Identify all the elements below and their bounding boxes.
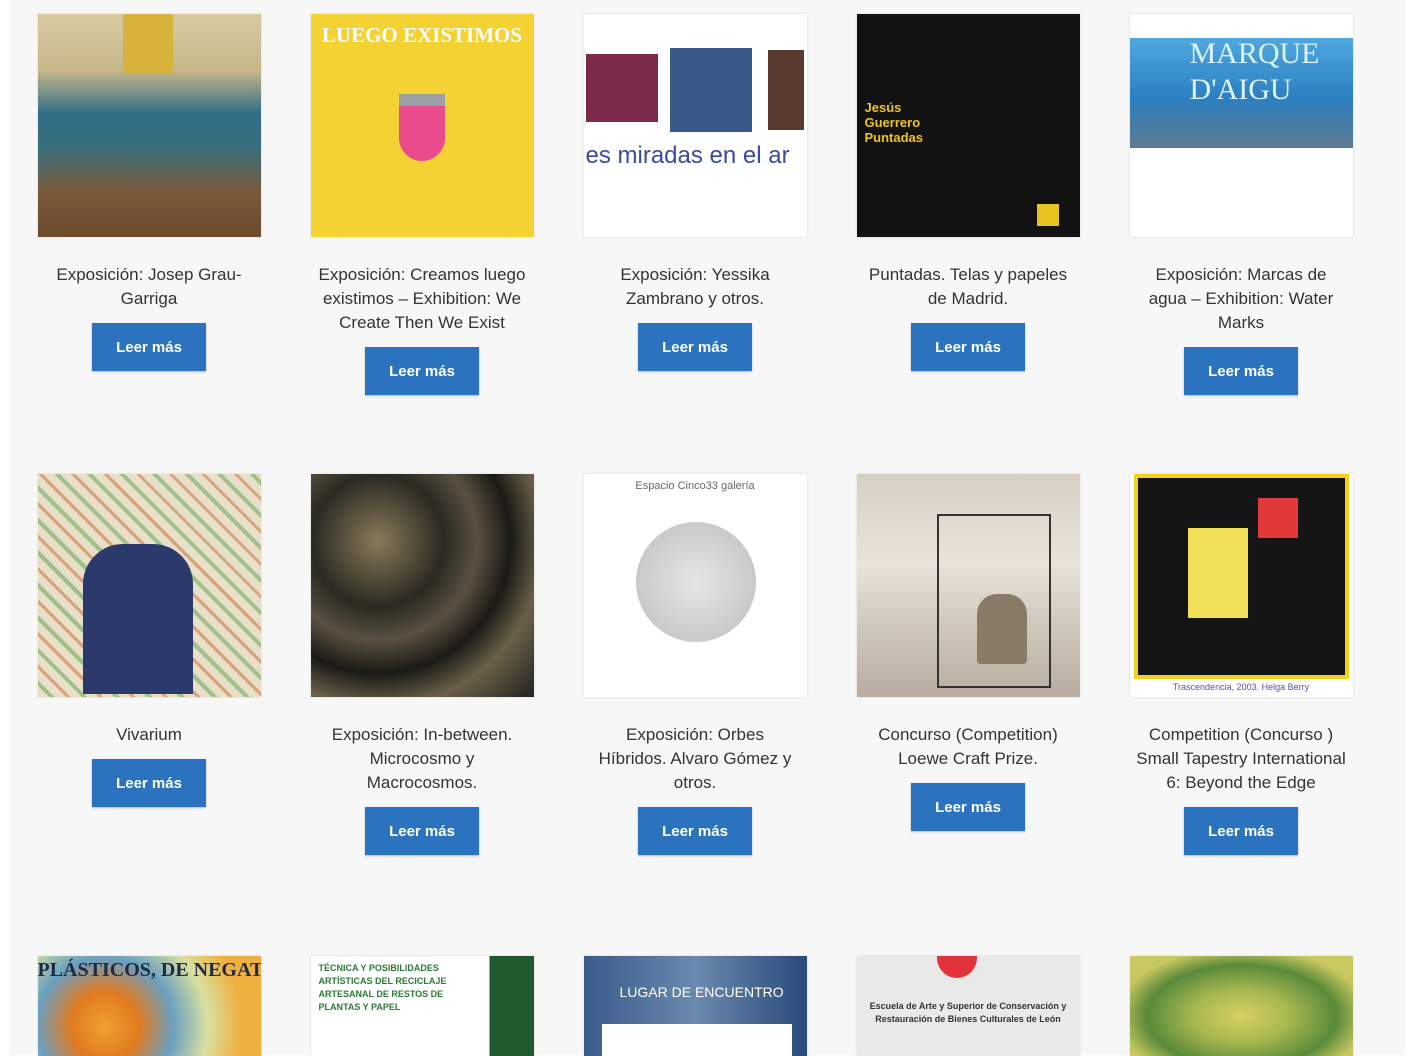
read-more-button[interactable]: Leer más <box>92 323 206 371</box>
card-image[interactable] <box>1129 956 1353 1056</box>
card-title[interactable]: Exposición: Marcas de agua – Exhibition:… <box>1128 263 1354 335</box>
tapestry-artwork <box>1133 474 1349 679</box>
card-title[interactable]: Vivarium <box>36 723 262 747</box>
card-small-tapestry: Trascendencia, 2003. Helga Berry Competi… <box>1128 474 1354 855</box>
exhibition-grid: Exposición: Josep Grau-Garriga Leer más … <box>10 0 1405 1056</box>
poster-red-graphic <box>936 956 977 978</box>
read-more-button[interactable]: Leer más <box>911 783 1025 831</box>
card-image[interactable]: Espacio Cinco33 galería <box>583 474 807 697</box>
poster-heading: es miradas en el ar <box>585 142 790 169</box>
card-title[interactable]: Exposición: Yessika Zambrano y otros. <box>582 263 808 311</box>
poster-heading: MARQUE D'AIGU <box>1189 37 1320 106</box>
card-image[interactable]: es miradas en el ar <box>583 14 807 237</box>
artwork-thumbnail <box>585 54 658 122</box>
card-title[interactable]: Puntadas. Telas y papeles de Madrid. <box>855 263 1081 311</box>
card-green-field <box>1128 956 1354 1056</box>
card-grau-garriga: Exposición: Josep Grau-Garriga Leer más <box>36 14 262 371</box>
read-more-button[interactable]: Leer más <box>1184 347 1298 395</box>
tapestry-shape <box>1257 498 1298 538</box>
sculpture <box>976 594 1027 664</box>
artwork-thumbnail <box>767 50 804 130</box>
read-more-button[interactable]: Leer más <box>92 759 206 807</box>
card-image[interactable]: Trascendencia, 2003. Helga Berry <box>1129 474 1353 697</box>
card-image[interactable] <box>37 474 261 697</box>
read-more-button[interactable]: Leer más <box>638 807 752 855</box>
card-image[interactable] <box>856 474 1080 697</box>
card-in-between: Exposición: In-between. Microcosmo y Mac… <box>309 474 535 855</box>
card-loewe-craft-prize: Concurso (Competition) Loewe Craft Prize… <box>855 474 1081 831</box>
card-image[interactable]: TÉCNICA Y POSIBILIDADES ARTÍSTICAS DEL R… <box>310 956 534 1056</box>
poster-heading: Escuela de Arte y Superior de Conservaci… <box>869 1001 1067 1024</box>
card-image[interactable] <box>37 14 261 237</box>
card-reciclaje-artesanal: TÉCNICA Y POSIBILIDADES ARTÍSTICAS DEL R… <box>309 956 535 1056</box>
card-title[interactable]: Exposición: Orbes Híbridos. Alvaro Gómez… <box>582 723 808 795</box>
poster-heading: LUEGO EXISTIMOS <box>321 23 523 47</box>
card-title[interactable]: Competition (Concurso ) Small Tapestry I… <box>1128 723 1354 795</box>
poster-heading: Espacio Cinco33 galería <box>635 480 755 492</box>
card-image[interactable] <box>310 474 534 697</box>
card-image[interactable]: LUEGO EXISTIMOS <box>310 14 534 237</box>
read-more-button[interactable]: Leer más <box>365 347 479 395</box>
read-more-button[interactable]: Leer más <box>1184 807 1298 855</box>
read-more-button[interactable]: Leer más <box>911 323 1025 371</box>
card-lugar-de-encuentro: LUGAR DE ENCUENTRO <box>582 956 808 1056</box>
card-image[interactable]: Jesús Guerrero Puntadas <box>856 14 1080 237</box>
card-title[interactable]: Exposición: Josep Grau-Garriga <box>36 263 262 311</box>
card-image[interactable]: PLÁSTICOS, DE NEGATIVO A POSITIVO <box>37 956 261 1056</box>
card-marcas-de-agua: MARQUE D'AIGU Exposición: Marcas de agua… <box>1128 14 1354 395</box>
photo-people <box>82 544 193 694</box>
poster-sphere <box>635 522 756 642</box>
card-creamos-luego-existimos: LUEGO EXISTIMOS Exposición: Creamos lueg… <box>309 14 535 395</box>
card-vivarium: Vivarium Leer más <box>36 474 262 807</box>
tapestry-detail <box>122 14 173 74</box>
card-puntadas: Jesús Guerrero Puntadas Puntadas. Telas … <box>855 14 1081 371</box>
card-escuela-de-arte-leon: Escuela de Arte y Superior de Conservaci… <box>855 956 1081 1056</box>
poster-heading: PLÁSTICOS, DE NEGATIVO A POSITIVO <box>37 959 261 981</box>
artwork-thumbnail <box>669 48 752 132</box>
image-caption: Trascendencia, 2003. Helga Berry <box>1172 682 1310 692</box>
poster-heading: Jesús Guerrero Puntadas <box>864 100 924 145</box>
poster-yellow-square <box>1036 204 1059 226</box>
read-more-button[interactable]: Leer más <box>638 323 752 371</box>
card-plasticos: PLÁSTICOS, DE NEGATIVO A POSITIVO <box>36 956 262 1056</box>
read-more-button[interactable]: Leer más <box>365 807 479 855</box>
poster-heading: TÉCNICA Y POSIBILIDADES ARTÍSTICAS DEL R… <box>318 963 447 1012</box>
card-title[interactable]: Exposición: In-between. Microcosmo y Mac… <box>309 723 535 795</box>
pink-shield-shape <box>398 94 445 161</box>
card-yessika-zambrano: es miradas en el ar Exposición: Yessika … <box>582 14 808 371</box>
card-title[interactable]: Exposición: Creamos luego existimos – Ex… <box>309 263 535 335</box>
card-image[interactable]: Escuela de Arte y Superior de Conservaci… <box>856 956 1080 1056</box>
tapestry-shape <box>1187 528 1248 618</box>
poster-panel <box>601 1024 792 1056</box>
card-image[interactable]: MARQUE D'AIGU <box>1129 14 1353 237</box>
card-orbes-hibridos: Espacio Cinco33 galería Exposición: Orbe… <box>582 474 808 855</box>
poster-heading: LUGAR DE ENCUENTRO <box>619 984 784 1000</box>
card-title[interactable]: Concurso (Competition) Loewe Craft Prize… <box>855 723 1081 771</box>
card-image[interactable]: LUGAR DE ENCUENTRO <box>583 956 807 1056</box>
